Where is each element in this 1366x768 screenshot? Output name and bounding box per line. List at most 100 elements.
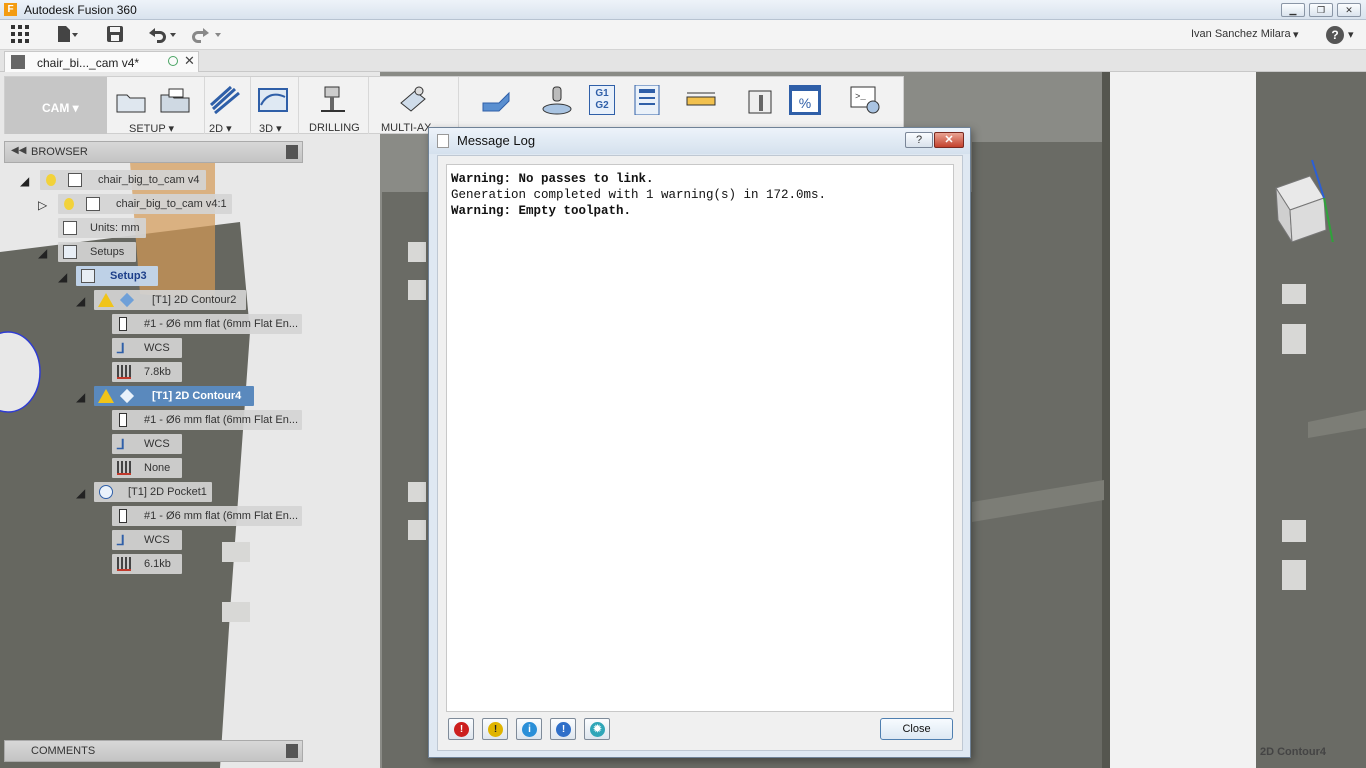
- 2d-group[interactable]: 2D ▾: [205, 77, 251, 135]
- post-process-g1g2-icon[interactable]: G1 G2: [589, 85, 615, 115]
- multi-axis-group[interactable]: MULTI-AX: [369, 77, 459, 134]
- message-log-text[interactable]: Warning: No passes to link. Generation c…: [446, 164, 954, 712]
- message-log-dialog: Message Log ? ✕ Warning: No passes to li…: [428, 127, 971, 758]
- toolpath-icon: [117, 461, 131, 475]
- tree-item-label: Setups: [90, 246, 125, 258]
- redo-icon[interactable]: [190, 25, 222, 48]
- title-bar: F Autodesk Fusion 360 ▁ ❐ ✕: [0, 0, 1366, 20]
- visibility-bulb-icon[interactable]: [46, 174, 56, 186]
- 2d-menu-label: 2D ▾: [209, 123, 232, 135]
- svg-text:%: %: [799, 95, 811, 111]
- tree-item-label: 7.8kb: [144, 366, 171, 378]
- multi-axis-icon: [400, 86, 426, 112]
- tree-item-component[interactable]: chair_big_to_cam v4:1: [58, 194, 232, 214]
- tree-item-wcs[interactable]: ⅃ WCS: [112, 530, 182, 550]
- workspace-switcher[interactable]: CAM ▾: [5, 77, 107, 134]
- filter-warnings-button[interactable]: !: [482, 718, 508, 740]
- addins-percent-icon[interactable]: %: [789, 85, 821, 115]
- visibility-bulb-icon[interactable]: [64, 198, 74, 210]
- message-log-icon: [437, 134, 449, 148]
- 3d-menu-label: 3D ▾: [259, 123, 282, 135]
- document-close-icon[interactable]: ✕: [184, 53, 195, 69]
- 3d-group[interactable]: 3D ▾: [251, 77, 299, 135]
- drill-icon: [321, 86, 345, 112]
- dialog-help-button[interactable]: ?: [905, 132, 933, 148]
- comments-pin-icon[interactable]: [286, 744, 298, 758]
- filter-info-button[interactable]: i: [516, 718, 542, 740]
- tree-item-units[interactable]: Units: mm: [58, 218, 146, 238]
- tree-item-2d-pocket1[interactable]: [T1] 2D Pocket1: [94, 482, 212, 502]
- tool-icon: [119, 413, 127, 427]
- minimize-button[interactable]: ▁: [1281, 3, 1305, 17]
- manage-tool-library-icon[interactable]: [745, 85, 777, 115]
- browser-panel-header[interactable]: ◀◀ BROWSER: [4, 141, 303, 163]
- tree-item-label: #1 - Ø6 mm flat (6mm Flat En...: [144, 510, 299, 522]
- dialog-title-bar[interactable]: Message Log ? ✕: [429, 128, 970, 154]
- tree-item-label: Setup3: [110, 270, 147, 282]
- ribbon-toolbar: CAM ▾ SETUP ▾ 2D ▾ 3D ▾ DRILLING MULTI-A…: [4, 76, 904, 135]
- filter-notices-button[interactable]: !: [550, 718, 576, 740]
- simulate-icon[interactable]: [541, 85, 573, 115]
- help-caret-icon[interactable]: ▾: [1348, 28, 1354, 41]
- window-close-button[interactable]: ✕: [1337, 3, 1361, 17]
- tree-item-tool[interactable]: #1 - Ø6 mm flat (6mm Flat En...: [112, 506, 302, 526]
- setup-sheet-icon: [160, 88, 190, 113]
- inspect-measure-icon[interactable]: [685, 85, 717, 115]
- warning-icon: !: [488, 722, 503, 737]
- tree-item-2d-contour4[interactable]: [T1] 2D Contour4: [94, 386, 254, 406]
- scripts-addins-icon[interactable]: >_: [849, 85, 881, 115]
- sync-status-icon: [168, 56, 178, 66]
- document-tab[interactable]: chair_bi..._cam v4* ✕: [4, 51, 199, 72]
- tree-item-wcs[interactable]: ⅃ WCS: [112, 434, 182, 454]
- browser-title: BROWSER: [31, 146, 88, 158]
- comments-panel-header[interactable]: COMMENTS: [4, 740, 303, 762]
- tree-item-label: chair_big_to_cam v4:1: [116, 198, 227, 210]
- undo-icon[interactable]: [146, 25, 178, 48]
- setup-sheet-doc-icon[interactable]: [631, 85, 663, 115]
- tree-item-toolpath-size[interactable]: None: [112, 458, 182, 478]
- filter-debug-button[interactable]: ✹: [584, 718, 610, 740]
- drilling-group[interactable]: DRILLING: [299, 77, 369, 134]
- tree-item-toolpath-size[interactable]: 6.1kb: [112, 554, 182, 574]
- tree-item-label: 6.1kb: [144, 558, 171, 570]
- close-button[interactable]: Close: [880, 718, 953, 740]
- viewport-status-label: 2D Contour4: [1260, 746, 1326, 758]
- file-menu-icon[interactable]: [56, 25, 78, 48]
- filter-errors-button[interactable]: !: [448, 718, 474, 740]
- tree-item-root-document[interactable]: chair_big_to_cam v4: [40, 170, 206, 190]
- contour-op-icon: [119, 388, 135, 404]
- tree-item-label: #1 - Ø6 mm flat (6mm Flat En...: [144, 318, 299, 330]
- setup-group[interactable]: SETUP ▾: [107, 77, 205, 135]
- user-menu-caret-icon[interactable]: ▾: [1293, 28, 1299, 41]
- log-line: Warning: No passes to link.: [451, 172, 654, 186]
- user-name[interactable]: Ivan Sanchez Milara: [1191, 28, 1291, 40]
- tree-item-toolpath-size[interactable]: 7.8kb: [112, 362, 182, 382]
- view-cube[interactable]: [1270, 158, 1340, 249]
- 2d-contour-icon: [209, 85, 240, 115]
- wcs-axes-icon: ⅃: [117, 532, 125, 548]
- toolpath-icon: [117, 557, 131, 571]
- contour-op-icon: [119, 292, 135, 308]
- setup-folder-icon: [116, 94, 146, 113]
- dialog-close-x-button[interactable]: ✕: [934, 132, 964, 148]
- actions-toolpath-icon[interactable]: [481, 85, 513, 115]
- tree-item-setups[interactable]: Setups: [58, 242, 136, 262]
- help-icon[interactable]: ?: [1326, 26, 1344, 44]
- tool-icon: [119, 509, 127, 523]
- drilling-menu-label: DRILLING: [309, 122, 360, 134]
- tree-item-tool[interactable]: #1 - Ø6 mm flat (6mm Flat En...: [112, 314, 302, 334]
- save-icon[interactable]: [106, 25, 124, 48]
- tree-item-label: Units: mm: [90, 222, 140, 234]
- multi-axis-menu-label: MULTI-AX: [381, 122, 432, 134]
- tree-item-label: None: [144, 462, 171, 474]
- data-panel-grid-icon[interactable]: [11, 25, 29, 48]
- collapse-browser-icon[interactable]: ◀◀: [11, 145, 26, 156]
- tree-item-tool[interactable]: #1 - Ø6 mm flat (6mm Flat En...: [112, 410, 302, 430]
- document-tab-label: chair_bi..._cam v4*: [37, 56, 140, 70]
- toolpath-icon: [117, 365, 131, 379]
- tree-item-2d-contour2[interactable]: [T1] 2D Contour2: [94, 290, 246, 310]
- tree-item-wcs[interactable]: ⅃ WCS: [112, 338, 182, 358]
- tree-item-setup3[interactable]: Setup3: [76, 266, 158, 286]
- browser-pin-icon[interactable]: [286, 145, 298, 159]
- restore-button[interactable]: ❐: [1309, 3, 1333, 17]
